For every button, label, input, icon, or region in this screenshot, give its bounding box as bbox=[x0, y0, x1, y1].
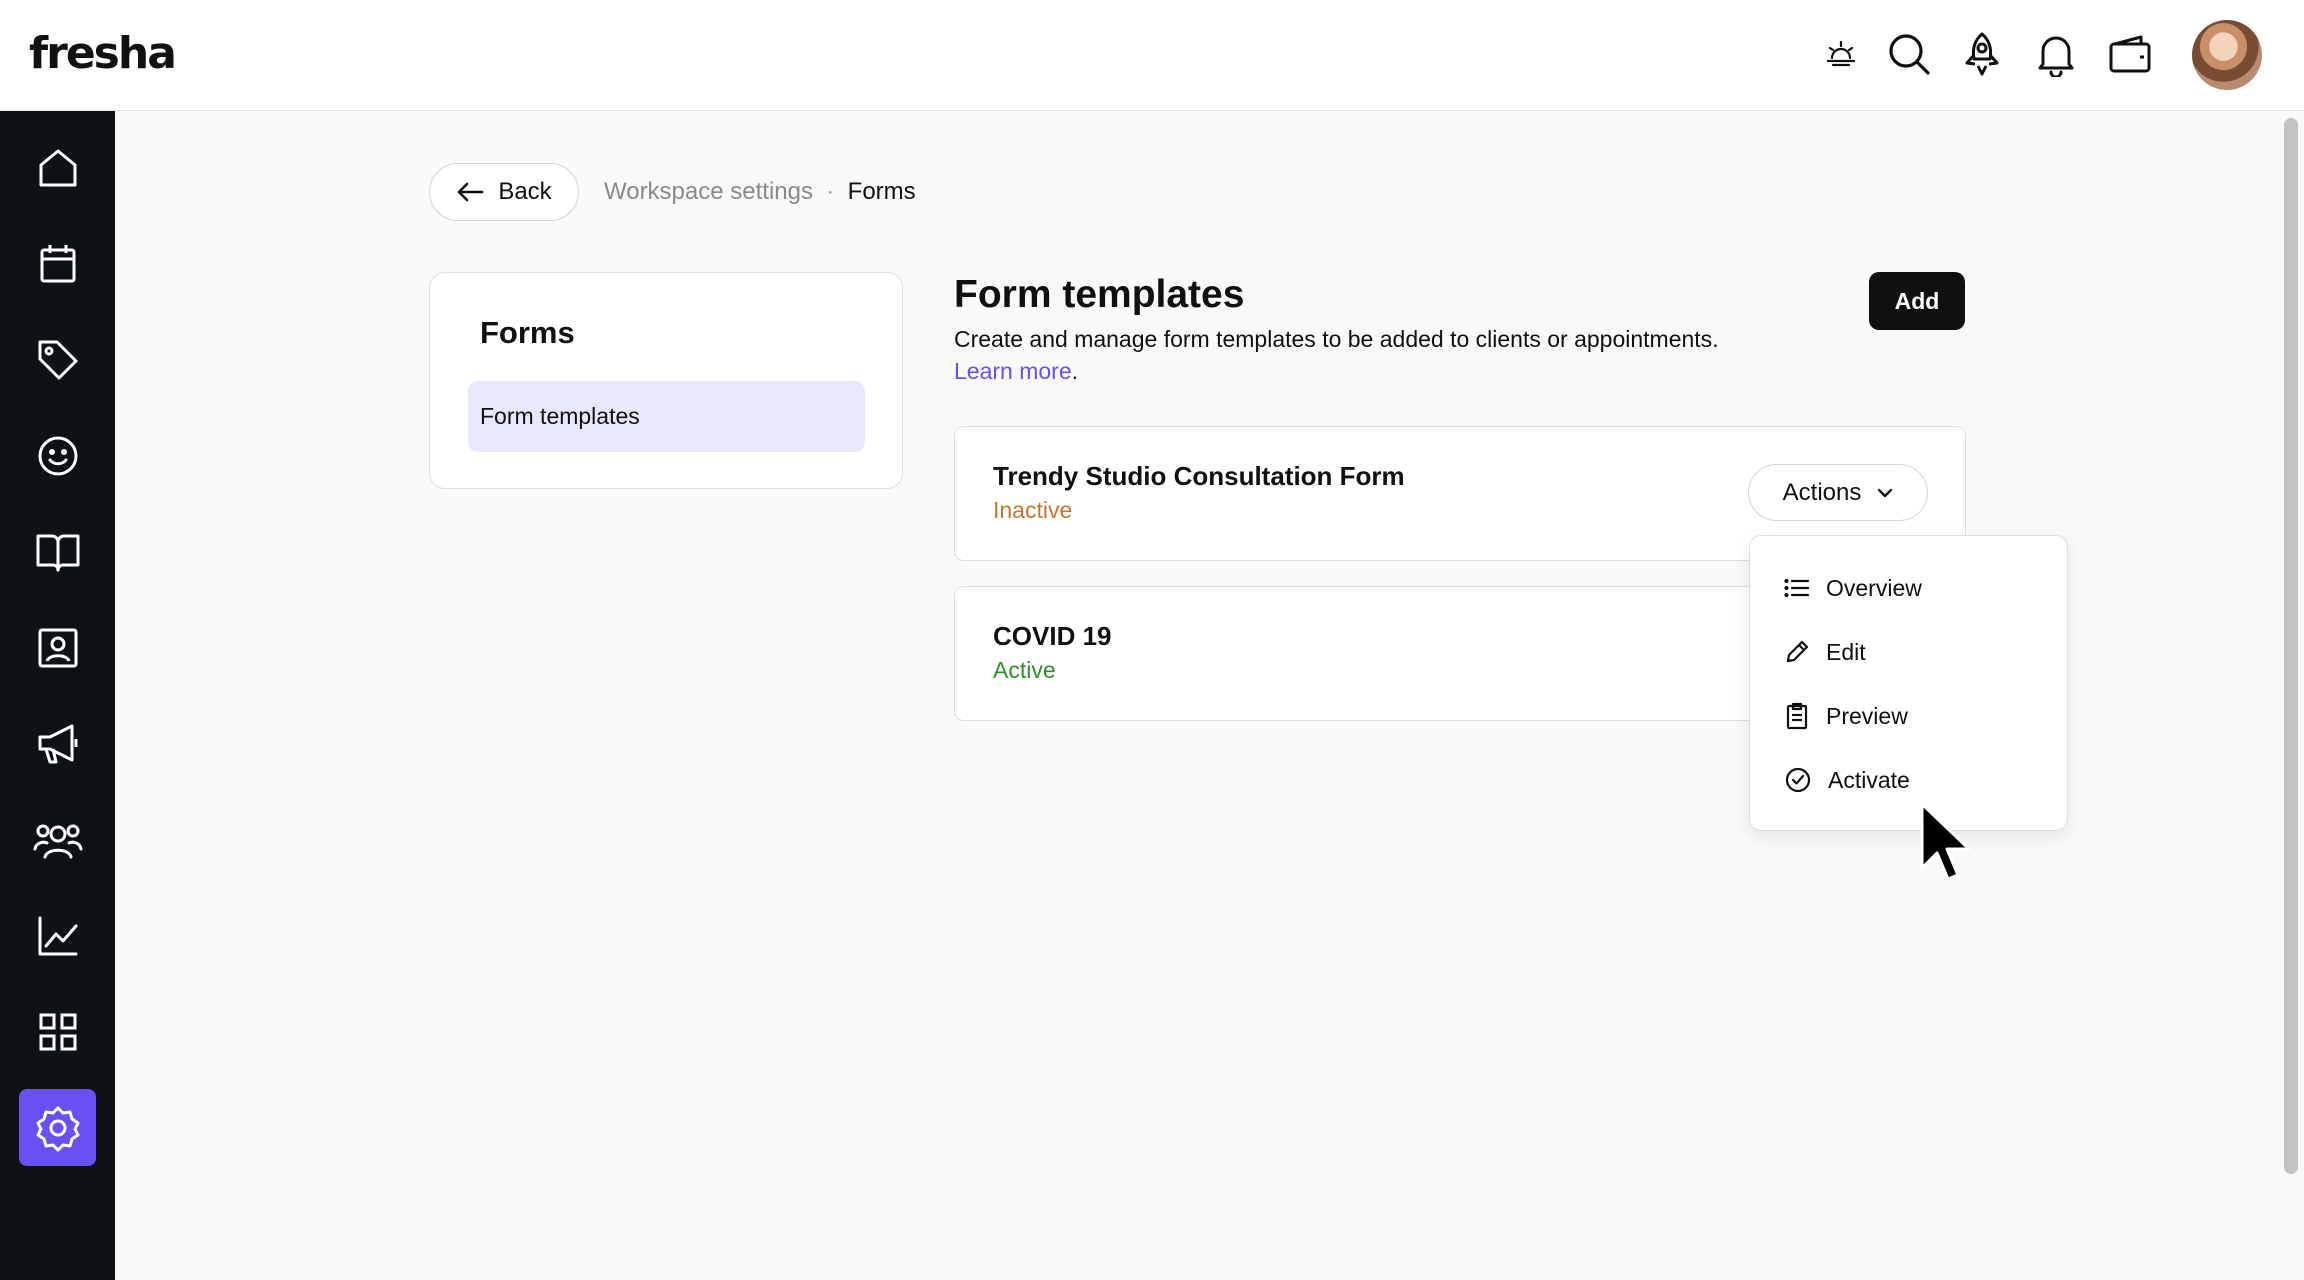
wallet-icon[interactable] bbox=[2106, 30, 2154, 78]
add-button[interactable]: Add bbox=[1869, 272, 1965, 330]
settings-icon bbox=[36, 1106, 79, 1151]
clipboard-icon bbox=[1786, 702, 1808, 730]
bell-icon[interactable] bbox=[2032, 30, 2080, 78]
smiley-icon bbox=[38, 436, 77, 475]
back-button[interactable]: Back bbox=[429, 163, 579, 221]
sidebar-item-calendar[interactable] bbox=[19, 225, 96, 302]
chevron-down-icon bbox=[1878, 488, 1893, 497]
check-circle-icon bbox=[1785, 767, 1811, 793]
actions-button[interactable]: Actions bbox=[1748, 464, 1928, 521]
sunrise-icon[interactable] bbox=[1817, 30, 1865, 78]
sidebar-item-reports[interactable] bbox=[19, 897, 96, 974]
sidebar-item-team-profile[interactable] bbox=[19, 609, 96, 686]
megaphone-icon bbox=[38, 724, 77, 763]
learn-more-suffix: . bbox=[1071, 358, 1079, 384]
scrollbar-thumb[interactable] bbox=[2284, 118, 2298, 1174]
breadcrumb-separator: · bbox=[826, 180, 834, 203]
forms-nav-title: Forms bbox=[480, 315, 575, 350]
menu-item-label: Preview bbox=[1826, 702, 1908, 729]
status-badge: Active bbox=[993, 657, 1056, 683]
form-name: COVID 19 bbox=[993, 621, 1112, 651]
menu-item-overview[interactable]: Overview bbox=[1784, 568, 1922, 608]
nav-item-form-templates[interactable]: Form templates bbox=[468, 381, 865, 452]
sidebar-item-team[interactable] bbox=[19, 801, 96, 878]
tag-icon bbox=[38, 340, 77, 379]
menu-item-label: Edit bbox=[1826, 638, 1866, 665]
menu-item-label: Activate bbox=[1828, 766, 1910, 793]
avatar[interactable] bbox=[2192, 20, 2262, 90]
breadcrumb: Workspace settings · Forms bbox=[604, 178, 916, 206]
arrow-left-icon bbox=[458, 182, 484, 202]
mouse-cursor-icon bbox=[1920, 802, 1971, 881]
menu-item-preview[interactable]: Preview bbox=[1784, 696, 1908, 736]
status-badge: Inactive bbox=[993, 497, 1073, 523]
actions-label: Actions bbox=[1782, 478, 1862, 506]
sidebar-item-marketing[interactable] bbox=[19, 705, 96, 782]
forms-nav-card: Forms Form templates bbox=[429, 272, 903, 489]
pencil-icon bbox=[1786, 640, 1809, 663]
back-label: Back bbox=[498, 178, 552, 205]
description-text: Create and manage form templates to be a… bbox=[954, 326, 1719, 352]
sidebar-item-clients[interactable] bbox=[19, 417, 96, 494]
sidebar bbox=[0, 111, 115, 1280]
fresha-logo[interactable]: fresha bbox=[29, 28, 177, 79]
sidebar-item-apps[interactable] bbox=[19, 993, 96, 1070]
sidebar-item-catalog[interactable] bbox=[19, 513, 96, 590]
team-icon bbox=[33, 824, 82, 858]
calendar-icon bbox=[40, 244, 75, 282]
chart-icon bbox=[38, 916, 77, 955]
actions-dropdown-menu: Overview Edit Preview Activate bbox=[1749, 535, 2068, 831]
page-description: Create and manage form templates to be a… bbox=[954, 323, 1854, 387]
menu-item-label: Overview bbox=[1826, 574, 1922, 601]
search-icon[interactable] bbox=[1885, 30, 1933, 78]
learn-more-link[interactable]: Learn more bbox=[954, 358, 1072, 384]
rocket-icon[interactable] bbox=[1958, 30, 2006, 78]
book-icon bbox=[36, 534, 79, 571]
breadcrumb-workspace-settings[interactable]: Workspace settings bbox=[604, 178, 813, 206]
menu-item-edit[interactable]: Edit bbox=[1784, 632, 1866, 672]
breadcrumb-forms: Forms bbox=[847, 178, 916, 205]
contact-card-icon bbox=[38, 628, 77, 667]
list-icon bbox=[1784, 578, 1810, 598]
page-title: Form templates bbox=[954, 273, 1245, 316]
top-bar: fresha bbox=[0, 0, 2304, 111]
apps-grid-icon bbox=[39, 1013, 76, 1050]
form-name: Trendy Studio Consultation Form bbox=[993, 461, 1405, 491]
menu-item-activate[interactable]: Activate bbox=[1784, 760, 1910, 800]
sidebar-item-settings[interactable] bbox=[19, 1089, 96, 1166]
home-icon bbox=[39, 149, 76, 186]
sidebar-item-sales[interactable] bbox=[19, 321, 96, 398]
sidebar-item-home[interactable] bbox=[19, 129, 96, 206]
